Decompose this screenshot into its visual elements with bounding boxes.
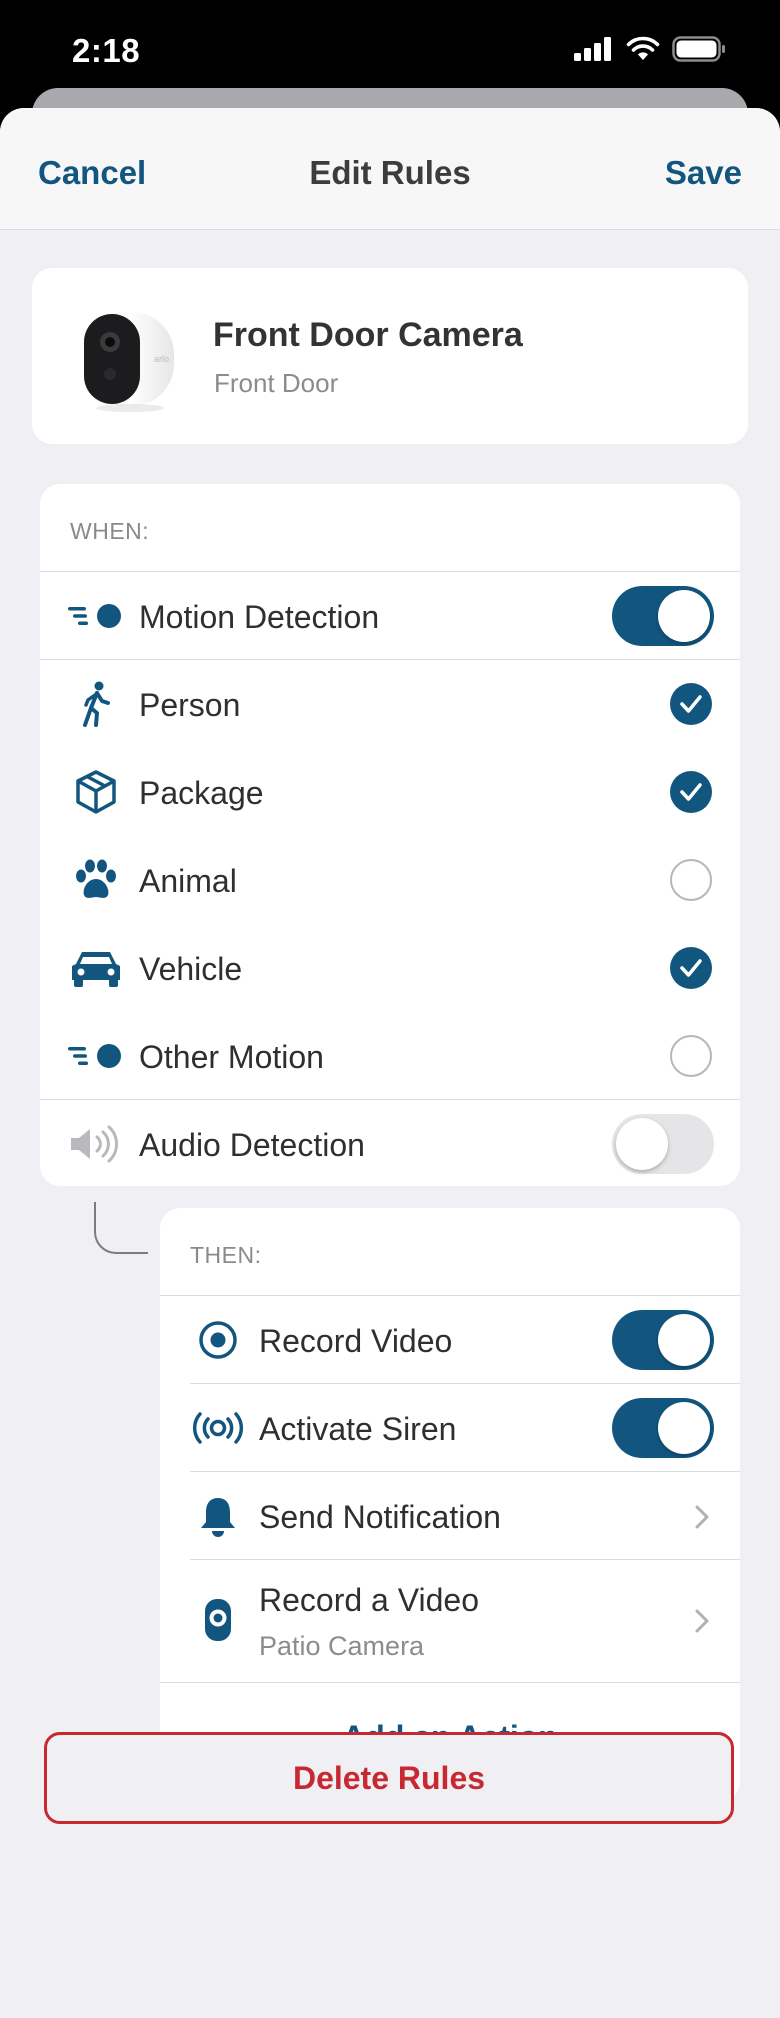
record-a-video-label: Record a Video xyxy=(259,1582,479,1618)
page-title: Edit Rules xyxy=(309,154,471,191)
audio-detection-row: Audio Detection xyxy=(40,1100,740,1186)
motion-detection-row: Motion Detection xyxy=(40,572,740,660)
status-time: 2:18 xyxy=(72,32,141,69)
activate-siren-row: Activate Siren xyxy=(160,1384,740,1472)
send-notification-row[interactable]: Send Notification xyxy=(160,1472,740,1560)
bell-icon xyxy=(190,1494,246,1538)
audio-detection-label: Audio Detection xyxy=(139,1127,365,1163)
record-video-row: Record Video xyxy=(160,1296,740,1384)
motion-icon xyxy=(68,594,124,638)
device-card[interactable]: arlo Front Door Camera Front Door xyxy=(32,268,748,444)
device-name: Front Door Camera xyxy=(213,316,523,354)
battery-icon xyxy=(672,36,725,62)
chevron-right-icon xyxy=(695,1505,709,1529)
record-icon xyxy=(190,1318,246,1362)
camera-icon xyxy=(190,1598,246,1642)
paw-icon xyxy=(68,858,124,902)
record-video-toggle[interactable] xyxy=(612,1310,714,1370)
animal-label: Animal xyxy=(139,863,237,899)
motion-icon xyxy=(68,1034,124,1078)
status-icons xyxy=(574,36,726,62)
activate-siren-label: Activate Siren xyxy=(259,1411,457,1447)
other-motion-checkbox[interactable] xyxy=(670,1035,712,1077)
save-button[interactable]: Save xyxy=(665,154,742,192)
record-a-video-row[interactable]: Record a Video Patio Camera xyxy=(160,1560,740,1682)
activate-siren-toggle[interactable] xyxy=(612,1398,714,1458)
package-icon xyxy=(68,770,124,814)
svg-text:arlo: arlo xyxy=(154,354,169,364)
wifi-icon xyxy=(626,36,660,60)
person-icon xyxy=(68,681,124,727)
motion-detection-label: Motion Detection xyxy=(139,599,380,635)
when-then-connector xyxy=(94,1202,148,1254)
divider xyxy=(160,1682,740,1683)
record-a-video-camera: Patio Camera xyxy=(259,1631,425,1661)
package-checkbox[interactable] xyxy=(670,771,712,813)
vehicle-label: Vehicle xyxy=(139,951,243,987)
vehicle-row[interactable]: Vehicle xyxy=(40,924,740,1012)
chevron-right-icon xyxy=(695,1609,709,1633)
when-card: WHEN: Motion Detection Person Package An… xyxy=(40,484,740,1186)
other-motion-row[interactable]: Other Motion xyxy=(40,1012,740,1100)
motion-detection-toggle[interactable] xyxy=(612,586,714,646)
when-header: WHEN: xyxy=(40,484,740,572)
then-header: THEN: xyxy=(160,1208,740,1296)
then-header-label: THEN: xyxy=(190,1242,262,1268)
vehicle-icon xyxy=(68,946,124,990)
vehicle-checkbox[interactable] xyxy=(670,947,712,989)
animal-checkbox[interactable] xyxy=(670,859,712,901)
package-row[interactable]: Package xyxy=(40,748,740,836)
other-motion-label: Other Motion xyxy=(139,1039,324,1075)
send-notification-label: Send Notification xyxy=(259,1499,501,1535)
package-label: Package xyxy=(139,775,264,811)
when-header-label: WHEN: xyxy=(70,518,150,544)
person-label: Person xyxy=(139,687,241,723)
then-card: THEN: Record Video Activate Siren Send N… xyxy=(160,1208,740,1802)
nav-bar: Cancel Edit Rules Save xyxy=(0,108,780,230)
person-checkbox[interactable] xyxy=(670,683,712,725)
animal-row[interactable]: Animal xyxy=(40,836,740,924)
cellular-signal-icon xyxy=(574,37,611,61)
status-bar: 2:18 xyxy=(0,0,780,100)
person-row[interactable]: Person xyxy=(40,660,740,748)
siren-icon xyxy=(190,1406,246,1450)
speaker-icon xyxy=(68,1122,124,1166)
audio-detection-toggle[interactable] xyxy=(612,1114,714,1174)
camera-thumbnail: arlo xyxy=(84,312,174,412)
delete-rules-button[interactable]: Delete Rules xyxy=(44,1732,734,1824)
record-video-label: Record Video xyxy=(259,1323,453,1359)
device-location: Front Door xyxy=(214,368,339,398)
